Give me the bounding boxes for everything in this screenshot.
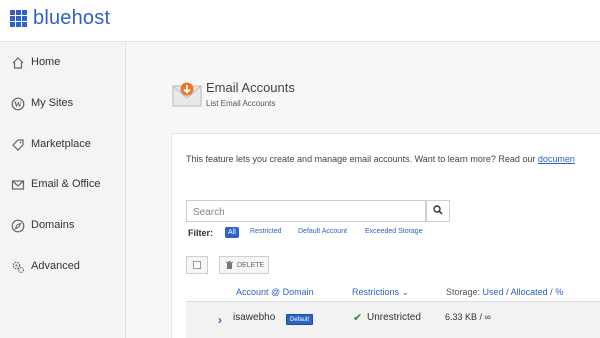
filter-exceeded-storage[interactable]: Exceeded Storage (365, 228, 423, 235)
delete-label: DELETE (237, 261, 265, 269)
sort-allocated-link[interactable]: Allocated (511, 287, 548, 297)
sidebar-item-domains[interactable]: Domains (0, 211, 125, 241)
sidebar-item-my-sites[interactable]: W My Sites (0, 89, 125, 119)
page-subtitle: List Email Accounts (206, 99, 276, 108)
sidebar-item-label: Email & Office (31, 178, 101, 190)
wordpress-icon: W (10, 96, 26, 112)
info-text-body: This feature lets you create and manage … (186, 154, 538, 164)
top-bar: bluehost (0, 0, 600, 42)
info-text: This feature lets you create and manage … (186, 154, 575, 164)
search-field (186, 200, 426, 222)
filter-all[interactable]: All (225, 227, 239, 238)
account-name: isawebho (233, 312, 276, 323)
restriction-status: Unrestricted (367, 312, 421, 323)
column-header-storage: Storage: Used / Allocated / % (446, 287, 563, 297)
compass-icon (10, 218, 26, 234)
column-header-restrictions[interactable]: Restrictions ⌄ (352, 287, 409, 298)
search-button[interactable] (426, 200, 450, 222)
sidebar-item-email-office[interactable]: Email & Office (0, 170, 125, 200)
page-title: Email Accounts (206, 80, 295, 95)
search-input[interactable] (193, 205, 419, 219)
sidebar-item-marketplace[interactable]: Marketplace (0, 130, 125, 160)
svg-text:W: W (14, 100, 22, 109)
search-icon (433, 202, 443, 220)
default-badge: Default (286, 314, 314, 325)
storage-separator: / (506, 287, 509, 297)
sidebar-item-label: Home (31, 56, 61, 68)
delete-button[interactable]: DELETE (219, 256, 269, 274)
logo-grid-icon (10, 9, 27, 27)
sidebar-item-label: My Sites (31, 97, 74, 109)
gears-icon (10, 259, 26, 275)
tag-icon (10, 137, 26, 153)
sidebar-item-label: Marketplace (31, 138, 91, 150)
restrictions-label: Restrictions (352, 287, 400, 297)
storage-prefix: Storage: (446, 287, 481, 297)
filter-label: Filter: (188, 228, 214, 238)
sidebar: Home W My Sites Marketplace Email & Offi… (0, 42, 126, 338)
home-icon (10, 55, 26, 71)
trash-icon (226, 256, 233, 274)
bluehost-logo[interactable]: bluehost (10, 7, 110, 29)
filter-restricted[interactable]: Restricted (250, 228, 282, 235)
storage-usage: 6.33 KB / ∞ (445, 312, 491, 322)
sidebar-item-home[interactable]: Home (0, 48, 125, 78)
sort-used-link[interactable]: Used (483, 287, 504, 297)
column-header-account[interactable]: Account @ Domain (236, 287, 314, 297)
sidebar-item-label: Domains (31, 219, 75, 231)
logo-text: bluehost (33, 7, 111, 29)
check-icon: ✔ (353, 312, 363, 324)
documentation-link[interactable]: documen (538, 154, 575, 164)
email-accounts-icon (172, 78, 202, 108)
filter-default-account[interactable]: Default Account (298, 228, 347, 235)
sidebar-item-advanced[interactable]: Advanced (0, 252, 125, 282)
chevron-down-icon: ⌄ (401, 287, 410, 297)
select-all-checkbox[interactable] (186, 256, 208, 274)
mail-icon (10, 177, 26, 193)
sidebar-item-label: Advanced (31, 260, 80, 272)
sort-percent-link[interactable]: % (555, 287, 563, 297)
expand-row-chevron-icon[interactable]: › (218, 313, 222, 327)
storage-separator: / (550, 287, 553, 297)
checkbox-square (193, 261, 201, 269)
